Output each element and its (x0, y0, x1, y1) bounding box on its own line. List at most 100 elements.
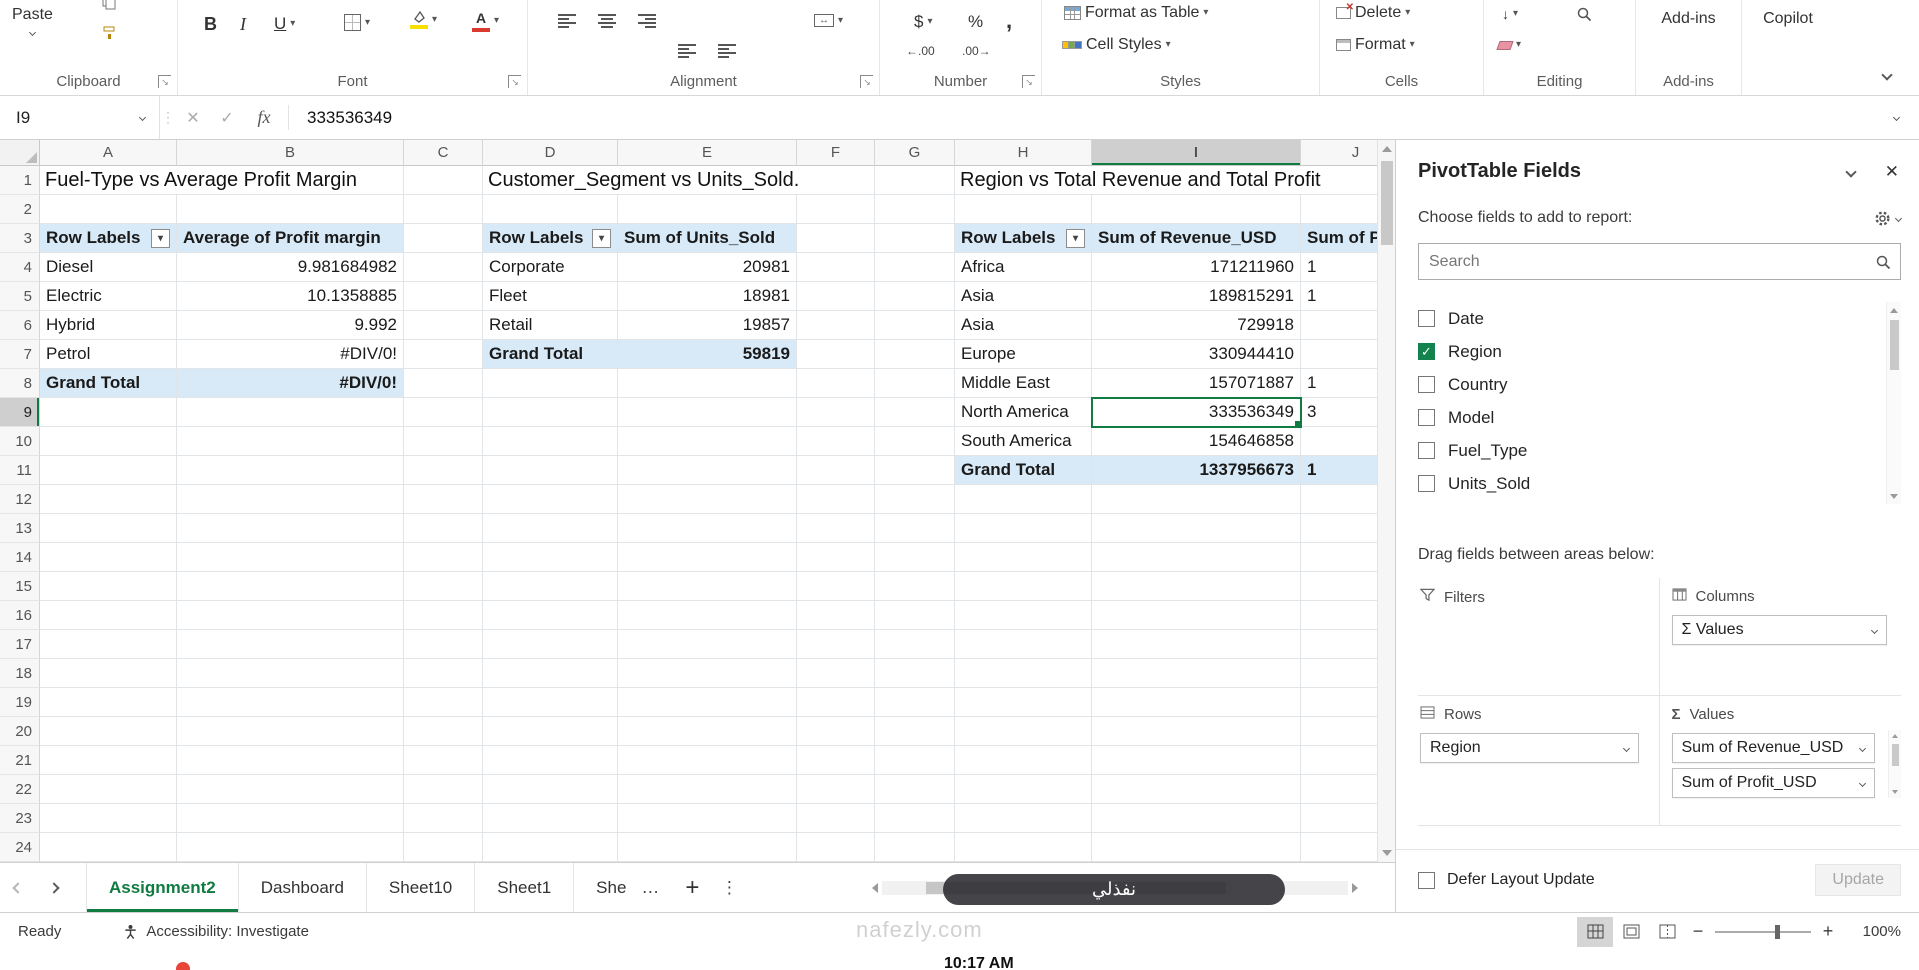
cell-H21[interactable] (955, 746, 1092, 775)
cell-G10[interactable] (875, 427, 955, 456)
sum-profit-pill[interactable]: Sum of Profit_USD (1672, 768, 1876, 798)
cell-H16[interactable] (955, 601, 1092, 630)
cell-B4[interactable]: 9.981684982 (177, 253, 404, 282)
clipboard-dialog-launcher[interactable]: ↘ (158, 75, 171, 88)
cell-D20[interactable] (483, 717, 618, 746)
cell-C12[interactable] (404, 485, 483, 514)
row-header-5[interactable]: 5 (0, 282, 40, 311)
cell-I22[interactable] (1092, 775, 1301, 804)
cell-C17[interactable] (404, 630, 483, 659)
row-header-2[interactable]: 2 (0, 195, 40, 224)
cell-D14[interactable] (483, 543, 618, 572)
col-header-B[interactable]: B (177, 140, 404, 166)
cell-D18[interactable] (483, 659, 618, 688)
cell-F2[interactable] (797, 195, 875, 224)
cell-I21[interactable] (1092, 746, 1301, 775)
cell-H17[interactable] (955, 630, 1092, 659)
cell-A5[interactable]: Electric (40, 282, 177, 311)
cell-I5[interactable]: 189815291 (1092, 282, 1301, 311)
align-right-icon[interactable] (638, 14, 656, 28)
cell-G1[interactable] (875, 166, 955, 195)
cell-F10[interactable] (797, 427, 875, 456)
vertical-scrollbar[interactable] (1377, 140, 1395, 862)
values-area[interactable]: Σ Values Sum of Revenue_USD Sum of Profi… (1660, 696, 1902, 826)
clear-button[interactable]: ▾ (1498, 40, 1521, 50)
cell-J6[interactable] (1301, 311, 1377, 340)
tabs-scroll-right-icon[interactable] (36, 863, 72, 912)
cell-I24[interactable] (1092, 833, 1301, 862)
row-header-20[interactable]: 20 (0, 717, 40, 746)
cell-styles-button[interactable]: Cell Styles▾ (1064, 36, 1171, 54)
cell-B9[interactable] (177, 398, 404, 427)
scrollbar-thumb[interactable] (1890, 320, 1899, 370)
cell-J11[interactable]: 1 (1301, 456, 1377, 485)
col-header-H[interactable]: H (955, 140, 1092, 166)
cell-J19[interactable] (1301, 688, 1377, 717)
cell-I2[interactable] (1092, 195, 1301, 224)
cell-G22[interactable] (875, 775, 955, 804)
cell-D15[interactable] (483, 572, 618, 601)
row-header-16[interactable]: 16 (0, 601, 40, 630)
cell-I17[interactable] (1092, 630, 1301, 659)
percent-icon[interactable]: % (968, 12, 983, 32)
search-icon[interactable] (1866, 254, 1900, 270)
cell-C16[interactable] (404, 601, 483, 630)
cell-I16[interactable] (1092, 601, 1301, 630)
cell-E12[interactable] (618, 485, 797, 514)
field-item-model[interactable]: ✓ Model (1418, 401, 1901, 434)
cell-E9[interactable] (618, 398, 797, 427)
cell-D5[interactable]: Fleet (483, 282, 618, 311)
comma-style-icon[interactable]: , (1006, 8, 1012, 34)
cell-H15[interactable] (955, 572, 1092, 601)
cell-H6[interactable]: Asia (955, 311, 1092, 340)
cell-G13[interactable] (875, 514, 955, 543)
cell-E11[interactable] (618, 456, 797, 485)
scroll-down-icon[interactable] (1890, 488, 1898, 504)
tabs-scroll-left-icon[interactable] (0, 863, 36, 912)
scrollbar-thumb[interactable] (1892, 744, 1899, 766)
cell-F13[interactable] (797, 514, 875, 543)
cell-A23[interactable] (40, 804, 177, 833)
col-header-G[interactable]: G (875, 140, 955, 166)
cell-A2[interactable] (40, 195, 177, 224)
cell-E6[interactable]: 19857 (618, 311, 797, 340)
cell-I18[interactable] (1092, 659, 1301, 688)
collapse-ribbon-icon[interactable] (1881, 69, 1892, 80)
sheet-tab-sheet10[interactable]: Sheet10 (367, 863, 475, 912)
zoom-in-icon[interactable]: + (1815, 921, 1841, 942)
search-input[interactable] (1419, 253, 1866, 271)
cell-F21[interactable] (797, 746, 875, 775)
cell-A17[interactable] (40, 630, 177, 659)
tabs-ellipsis-icon[interactable]: … (630, 863, 672, 912)
cell-E8[interactable] (618, 369, 797, 398)
underline-icon[interactable]: U (274, 14, 286, 34)
sheet-tab-assignment2[interactable]: Assignment2 (86, 863, 239, 912)
cell-F19[interactable] (797, 688, 875, 717)
row-header-19[interactable]: 19 (0, 688, 40, 717)
cell-H10[interactable]: South America (955, 427, 1092, 456)
cell-I13[interactable] (1092, 514, 1301, 543)
cell-J7[interactable] (1301, 340, 1377, 369)
cell-B11[interactable] (177, 456, 404, 485)
paste-button[interactable]: Paste (12, 6, 53, 35)
cell-G12[interactable] (875, 485, 955, 514)
cell-A19[interactable] (40, 688, 177, 717)
cell-E22[interactable] (618, 775, 797, 804)
row-header-23[interactable]: 23 (0, 804, 40, 833)
cell-D19[interactable] (483, 688, 618, 717)
row-header-9[interactable]: 9 (0, 398, 40, 427)
cell-J24[interactable] (1301, 833, 1377, 862)
cell-I15[interactable] (1092, 572, 1301, 601)
cell-D7[interactable]: Grand Total (483, 340, 618, 369)
cell-C5[interactable] (404, 282, 483, 311)
zoom-slider[interactable] (1715, 931, 1811, 933)
cell-C22[interactable] (404, 775, 483, 804)
cell-C19[interactable] (404, 688, 483, 717)
cell-D6[interactable]: Retail (483, 311, 618, 340)
cell-F15[interactable] (797, 572, 875, 601)
cell-F5[interactable] (797, 282, 875, 311)
cell-A16[interactable] (40, 601, 177, 630)
cell-C21[interactable] (404, 746, 483, 775)
format-painter-icon[interactable] (102, 26, 116, 40)
cell-G23[interactable] (875, 804, 955, 833)
